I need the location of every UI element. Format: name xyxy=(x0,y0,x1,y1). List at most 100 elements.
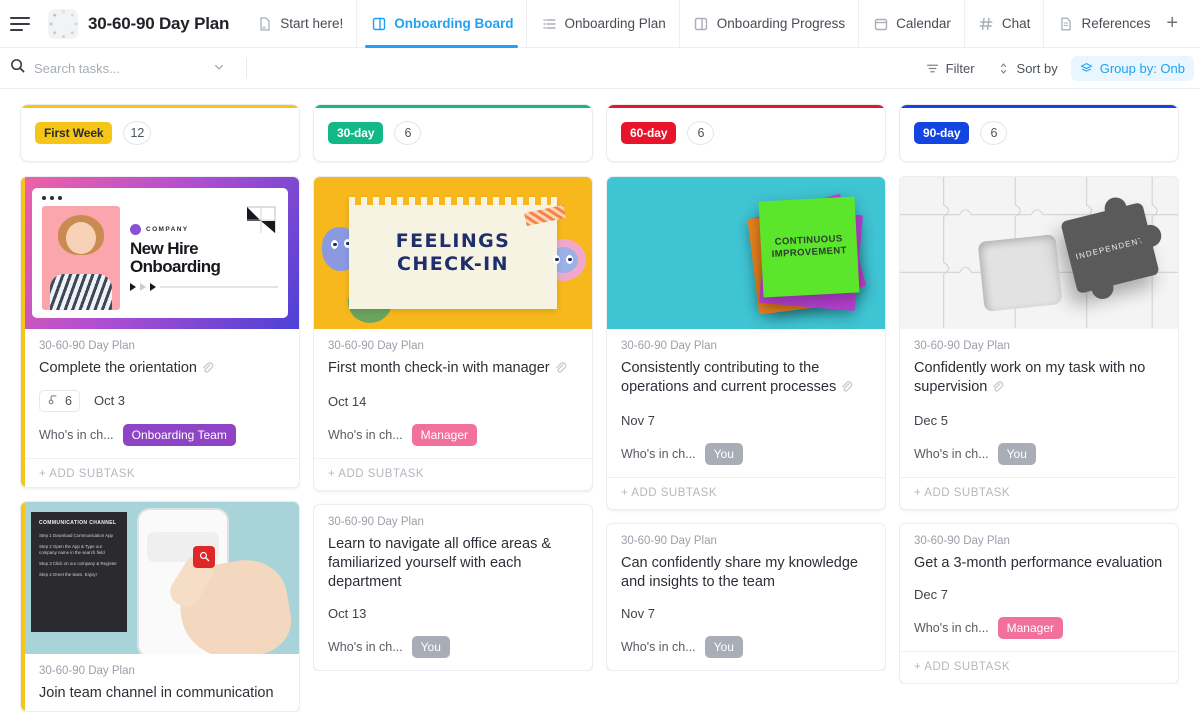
column-header[interactable]: 90-day 6 xyxy=(899,104,1179,162)
column-header[interactable]: 30-day 6 xyxy=(313,104,593,162)
assignee-tag[interactable]: You xyxy=(704,443,743,465)
board-column-30-day: 30-day 6 FEELINGS CHECK-IN 30-60-90 Day Plan… xyxy=(313,104,593,712)
cover-heading-line2: CHECK-IN xyxy=(397,253,509,275)
task-breadcrumb: 30-60-90 Day Plan xyxy=(39,664,135,677)
column-cards: CONTINUOUS IMPROVEMENT 30-60-90 Day Plan C… xyxy=(606,176,886,671)
cover-step: Step 1 Download Communication App xyxy=(39,532,113,538)
card-cover-continuous-improvement: CONTINUOUS IMPROVEMENT xyxy=(607,177,885,329)
task-title: Get a 3-month performance evaluation xyxy=(914,555,1163,571)
sort-button[interactable]: Sort by xyxy=(988,56,1067,81)
status-badge[interactable]: 60-day xyxy=(621,122,677,144)
tab-chat[interactable]: Chat xyxy=(963,0,1044,48)
custom-field-label: Who's in ch... xyxy=(914,621,989,635)
tab-label: Onboarding Board xyxy=(394,16,514,31)
due-date[interactable]: Oct 13 xyxy=(328,606,366,621)
hamburger-icon[interactable] xyxy=(10,11,36,37)
search-icon xyxy=(10,58,25,78)
due-date[interactable]: Dec 7 xyxy=(914,587,948,602)
due-date[interactable]: Nov 7 xyxy=(621,413,655,428)
filter-label: Filter xyxy=(945,60,975,76)
assignee-tag[interactable]: You xyxy=(997,443,1036,465)
task-card[interactable]: COMPANY New Hire Onboarding 30-60-90 Day Pl… xyxy=(20,175,300,488)
task-breadcrumb: 30-60-90 Day Plan xyxy=(914,535,1010,547)
due-date[interactable]: Nov 7 xyxy=(621,606,655,621)
add-subtask-button[interactable]: + ADD SUBTASK xyxy=(314,458,592,490)
tab-start-here[interactable]: Start here! xyxy=(243,0,356,48)
tab-references[interactable]: References xyxy=(1043,0,1163,48)
tab-label: Onboarding Plan xyxy=(564,16,666,31)
task-card[interactable]: COMMUNICATION CHANNEL Step 1 Download Com… xyxy=(20,500,300,712)
calendar-icon xyxy=(872,15,889,32)
custom-field-row: Who's in ch... You xyxy=(621,443,871,465)
paperclip-icon xyxy=(839,379,853,399)
custom-field-row: Who's in ch... Manager xyxy=(328,424,578,446)
tab-label: Start here! xyxy=(280,16,344,31)
chevron-down-icon[interactable] xyxy=(213,61,225,76)
search-box[interactable] xyxy=(8,58,240,78)
custom-field-label: Who's in ch... xyxy=(914,447,989,461)
cover-heading: COMMUNICATION CHANNEL xyxy=(39,519,117,526)
cover-step: Step 3 Click on our company & Register xyxy=(39,560,117,566)
column-cards: FEELINGS CHECK-IN 30-60-90 Day Plan First m… xyxy=(313,176,593,671)
notification-badge-icon xyxy=(193,545,215,568)
subtask-icon xyxy=(47,393,60,409)
column-header[interactable]: 60-day 6 xyxy=(606,104,886,162)
task-title: Can confidently share my knowledge and i… xyxy=(621,555,858,590)
assignee-tag[interactable]: You xyxy=(704,636,743,658)
task-title: Learn to navigate all office areas & fam… xyxy=(328,536,552,590)
subtask-count: 6 xyxy=(65,393,72,408)
task-card[interactable]: FEELINGS CHECK-IN 30-60-90 Day Plan First m… xyxy=(313,176,593,491)
add-subtask-button[interactable]: + ADD SUBTASK xyxy=(607,477,885,509)
assignee-tag[interactable]: Manager xyxy=(411,424,478,446)
tab-onboarding-progress[interactable]: Onboarding Progress xyxy=(678,0,858,48)
tab-label: Onboarding Progress xyxy=(716,16,846,31)
status-badge[interactable]: 30-day xyxy=(328,122,384,144)
status-badge[interactable]: 90-day xyxy=(914,122,970,144)
custom-field-row: Who's in ch... Manager xyxy=(914,617,1164,639)
task-count: 6 xyxy=(980,121,1008,145)
task-meta: 6 Oct 3 xyxy=(39,389,285,412)
tab-calendar[interactable]: Calendar xyxy=(858,0,964,48)
sort-icon xyxy=(997,61,1011,75)
filter-button[interactable]: Filter xyxy=(917,56,984,81)
task-title: Confidently work on my task with no supe… xyxy=(914,359,1164,399)
status-badge[interactable]: First Week xyxy=(35,121,113,144)
tab-onboarding-plan[interactable]: Onboarding Plan xyxy=(526,0,678,48)
loading-dots-icon[interactable] xyxy=(48,8,78,39)
task-card[interactable]: 30-60-90 Day Plan Get a 3-month performan… xyxy=(899,523,1179,684)
task-card[interactable]: 30-60-90 Day Plan Learn to navigate all o… xyxy=(313,504,593,671)
assignee-tag[interactable]: Manager xyxy=(997,617,1064,639)
subtask-count-chip[interactable]: 6 xyxy=(39,389,80,412)
tab-label: References xyxy=(1081,16,1151,31)
toolbar-divider xyxy=(246,58,247,78)
search-input[interactable] xyxy=(34,60,204,76)
custom-field-row: Who's in ch... You xyxy=(621,636,871,658)
due-date[interactable]: Oct 14 xyxy=(328,394,366,409)
task-breadcrumb: 30-60-90 Day Plan xyxy=(328,340,424,352)
group-by-label: Group by: Onb xyxy=(1099,60,1185,76)
column-header[interactable]: First Week 12 xyxy=(20,104,300,162)
add-subtask-button[interactable]: + ADD SUBTASK xyxy=(21,457,299,487)
group-by-button[interactable]: Group by: Onb xyxy=(1070,55,1194,81)
layers-icon xyxy=(1080,61,1094,75)
cover-heading: CONTINUOUS IMPROVEMENT xyxy=(771,233,848,260)
task-meta: Nov 7 xyxy=(621,602,871,624)
due-date[interactable]: Oct 3 xyxy=(94,393,125,408)
add-subtask-button[interactable]: + ADD SUBTASK xyxy=(900,651,1178,683)
toolbar-actions: Filter Sort by Group by: Onb xyxy=(917,55,1194,81)
list-icon xyxy=(540,15,557,32)
task-card[interactable]: CONTINUOUS IMPROVEMENT 30-60-90 Day Plan C… xyxy=(606,176,886,510)
task-count: 6 xyxy=(394,121,422,145)
doc-home-icon xyxy=(256,15,273,32)
task-card[interactable]: 30-60-90 Day Plan Can confidently share m… xyxy=(606,523,886,671)
assignee-tag[interactable]: Onboarding Team xyxy=(122,423,236,446)
add-subtask-button[interactable]: + ADD SUBTASK xyxy=(900,477,1178,509)
page-title: 30-60-90 Day Plan xyxy=(88,13,230,33)
task-card[interactable]: INDEPENDENT 30-60-90 Day Plan Confidently … xyxy=(899,176,1179,510)
board-icon xyxy=(370,15,387,32)
photo-person xyxy=(42,205,120,310)
assignee-tag[interactable]: You xyxy=(411,636,450,658)
view-tabs: Start here! Onboarding Board Onboarding Pl… xyxy=(243,0,1152,48)
due-date[interactable]: Dec 5 xyxy=(914,413,948,428)
tab-onboarding-board[interactable]: Onboarding Board xyxy=(356,0,526,48)
